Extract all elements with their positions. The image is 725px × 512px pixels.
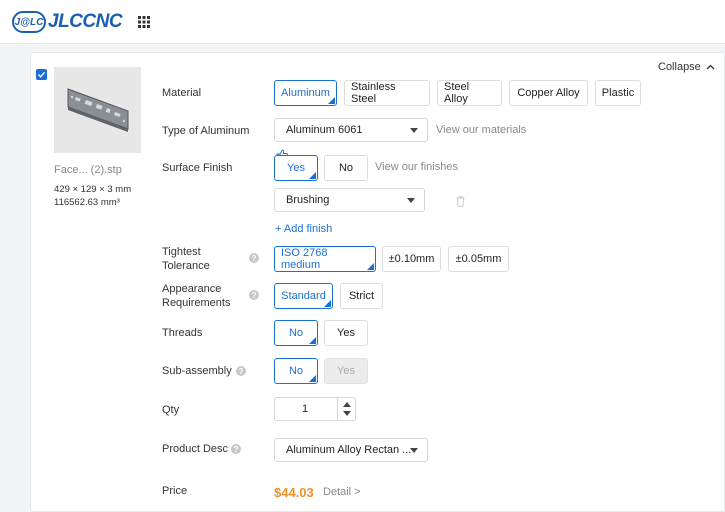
tolerance-label: Tightest Tolerance (162, 245, 210, 273)
increment-icon[interactable] (343, 402, 351, 407)
part-preview-image (67, 88, 129, 132)
jlccnc-logo[interactable]: J@LC JLCCNC (12, 9, 123, 35)
material-label: Material (162, 87, 202, 99)
apps-grid-icon[interactable] (138, 16, 150, 28)
view-materials-link[interactable]: View our materials (436, 124, 526, 136)
help-icon[interactable]: ? (249, 290, 259, 300)
tolerance-005-option[interactable]: ±0.05mm (448, 246, 509, 272)
material-steel-alloy-option[interactable]: Steel Alloy (437, 80, 502, 106)
finish-type-value: Brushing (286, 194, 330, 206)
threads-label: Threads (162, 327, 203, 339)
appearance-label: Appearance Requirements (162, 282, 230, 310)
threads-yes-option[interactable]: Yes (324, 320, 368, 346)
help-icon[interactable]: ? (236, 366, 246, 376)
chevron-up-icon (706, 64, 715, 70)
dropdown-caret-icon (410, 128, 418, 133)
part-dimensions: 429 × 129 × 3 mm 116562.63 mm³ (54, 183, 131, 209)
qty-label: Qty (162, 404, 180, 416)
logo-text: JLCCNC (48, 11, 123, 32)
product-desc-value: Aluminum Alloy Rectan ... (286, 444, 412, 456)
appearance-label-line2: Requirements (162, 297, 231, 309)
material-plastic-option[interactable]: Plastic (595, 80, 641, 106)
decrement-icon[interactable] (343, 411, 351, 416)
appearance-label-line1: Appearance (162, 283, 222, 295)
price-label: Price (162, 485, 188, 497)
check-icon (38, 71, 46, 78)
tolerance-010-option[interactable]: ±0.10mm (382, 246, 441, 272)
add-finish-link[interactable]: + Add finish (275, 223, 332, 235)
help-icon[interactable]: ? (249, 253, 259, 263)
qty-stepper[interactable]: 1 (274, 397, 356, 421)
view-finishes-link[interactable]: View our finishes (375, 161, 458, 173)
subassembly-label: Sub-assembly (162, 365, 232, 377)
price-value: $44.03 (274, 485, 314, 500)
appearance-strict-option[interactable]: Strict (340, 283, 383, 309)
price-detail-link[interactable]: Detail > (323, 486, 361, 498)
subassembly-yes-option: Yes (324, 358, 368, 384)
qty-step-buttons (337, 398, 355, 420)
dimensions-text: 429 × 129 × 3 mm (54, 184, 132, 195)
product-desc-select[interactable]: Aluminum Alloy Rectan ... (274, 438, 428, 462)
material-aluminum-option[interactable]: Aluminum (274, 80, 337, 106)
part-select-checkbox[interactable] (36, 69, 47, 80)
qty-input[interactable]: 1 (275, 398, 335, 420)
tolerance-label-line1: Tightest (162, 246, 201, 258)
surface-finish-yes-option[interactable]: Yes (274, 155, 318, 181)
aluminum-type-label: Type of Aluminum (162, 125, 250, 137)
subassembly-no-option[interactable]: No (274, 358, 318, 384)
trash-icon[interactable] (456, 194, 465, 207)
appearance-standard-option[interactable]: Standard (274, 283, 333, 309)
finish-type-select[interactable]: Brushing (274, 188, 425, 212)
collapse-label: Collapse (658, 61, 701, 73)
file-name: Face... (2).stp (54, 164, 122, 176)
product-desc-label: Product Desc (162, 443, 229, 455)
tolerance-iso-option[interactable]: ISO 2768 medium (274, 246, 376, 272)
collapse-toggle[interactable]: Collapse (658, 61, 715, 73)
volume-text: 116562.63 mm³ (54, 197, 120, 208)
material-stainless-steel-option[interactable]: Stainless Steel (344, 80, 430, 106)
surface-finish-no-option[interactable]: No (324, 155, 368, 181)
help-icon[interactable]: ? (231, 444, 241, 454)
tolerance-label-line2: Tolerance (162, 260, 210, 272)
dropdown-caret-icon (410, 448, 418, 453)
logo-badge: J@LC (12, 11, 46, 33)
top-bar: J@LC JLCCNC (0, 0, 725, 44)
aluminum-type-value: Aluminum 6061 (286, 124, 363, 136)
dropdown-caret-icon (407, 198, 415, 203)
threads-no-option[interactable]: No (274, 320, 318, 346)
surface-finish-label: Surface Finish (162, 162, 233, 174)
aluminum-type-select[interactable]: Aluminum 6061 (274, 118, 428, 142)
part-thumbnail[interactable] (54, 67, 141, 153)
material-copper-alloy-option[interactable]: Copper Alloy (509, 80, 588, 106)
